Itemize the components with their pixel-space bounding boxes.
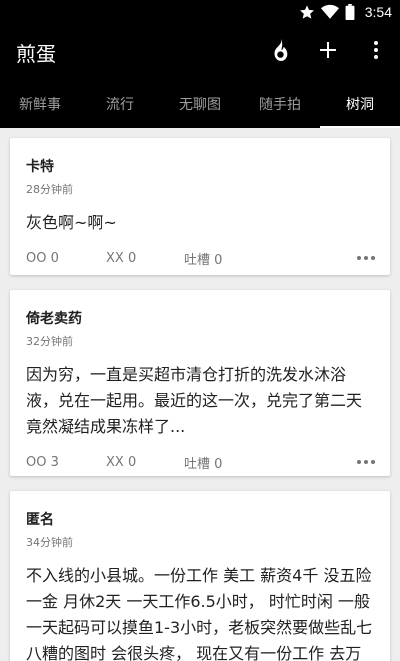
post-card[interactable]: 卡特 28分钟前 灰色啊~啊~ OO 0 XX 0 吐槽 0: [10, 138, 390, 275]
post-author: 卡特: [26, 159, 54, 175]
tab-pics[interactable]: 无聊图: [160, 80, 240, 128]
post-card[interactable]: 匿名 34分钟前 不入线的小县城。一份工作 美工 薪资4千 没五险一金 月休2天…: [10, 491, 390, 661]
app-title: 煎蛋: [16, 41, 56, 66]
overflow-menu-button[interactable]: [352, 28, 400, 76]
tab-popular[interactable]: 流行: [80, 80, 160, 128]
post-author: 匿名: [26, 512, 54, 528]
more-horiz-icon[interactable]: [352, 452, 380, 472]
comment-button[interactable]: 吐槽 0: [184, 453, 284, 472]
more-horiz-icon[interactable]: [352, 248, 380, 268]
upvote-button[interactable]: OO 0: [26, 251, 106, 266]
post-content: 因为穷，一直是买超市清仓打折的洗发水沐浴液，兑在一起用。最近的这一次，兑完了第二…: [26, 365, 363, 436]
post-feed[interactable]: 卡特 28分钟前 灰色啊~啊~ OO 0 XX 0 吐槽 0 倚老卖药 32分钟…: [0, 128, 400, 661]
app-bar: 煎蛋: [0, 24, 400, 80]
post-time: 32分钟前: [26, 335, 73, 348]
post-footer: OO 3 XX 0 吐槽 0: [26, 452, 375, 472]
post-content: 不入线的小县城。一份工作 美工 薪资4千 没五险一金 月休2天 一天工作6.5小…: [26, 566, 373, 661]
post-time: 28分钟前: [26, 183, 73, 196]
status-bar: 3:54: [0, 0, 400, 24]
tab-treehole[interactable]: 树洞: [320, 80, 400, 128]
post-time: 34分钟前: [26, 536, 73, 549]
post-card[interactable]: 倚老卖药 32分钟前 因为穷，一直是买超市清仓打折的洗发水沐浴液，兑在一起用。最…: [10, 290, 390, 476]
status-time: 3:54: [364, 4, 392, 20]
add-button[interactable]: [304, 28, 352, 76]
wifi-icon: [320, 4, 339, 20]
tab-news[interactable]: 新鲜事: [0, 80, 80, 128]
battery-icon: [345, 4, 355, 20]
upvote-button[interactable]: OO 3: [26, 455, 106, 470]
hot-button[interactable]: [256, 28, 304, 76]
post-footer: OO 0 XX 0 吐槽 0: [26, 248, 375, 268]
more-vert-icon: [374, 41, 378, 63]
post-content: 灰色啊~啊~: [26, 213, 117, 232]
comment-button[interactable]: 吐槽 0: [184, 249, 284, 268]
tab-snapshots[interactable]: 随手拍: [240, 80, 320, 128]
post-author: 倚老卖药: [26, 311, 82, 327]
downvote-button[interactable]: XX 0: [106, 251, 184, 266]
tab-bar: 新鲜事 流行 无聊图 随手拍 树洞: [0, 80, 400, 128]
star-icon: [299, 4, 315, 20]
downvote-button[interactable]: XX 0: [106, 455, 184, 470]
flame-icon: [270, 39, 290, 65]
plus-icon: [320, 42, 336, 62]
app-actions: [256, 28, 400, 76]
